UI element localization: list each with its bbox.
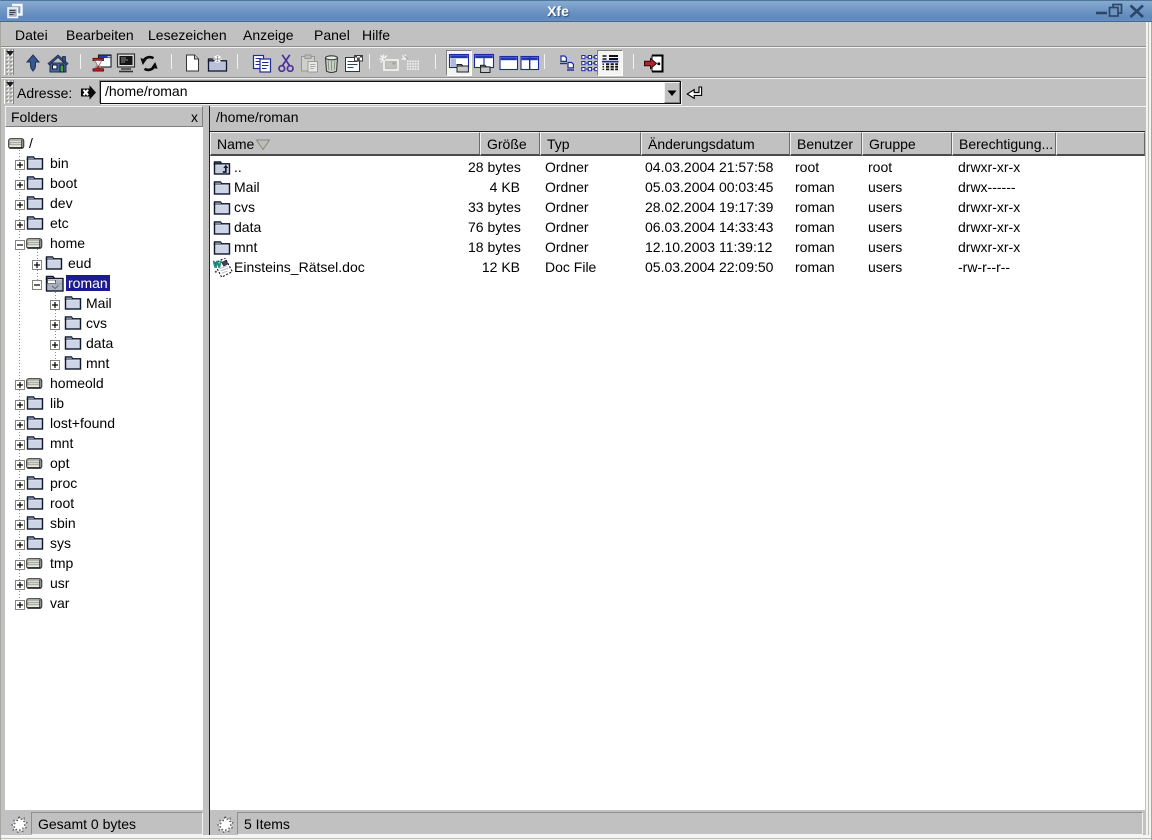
svg-text:W: W <box>213 260 222 270</box>
